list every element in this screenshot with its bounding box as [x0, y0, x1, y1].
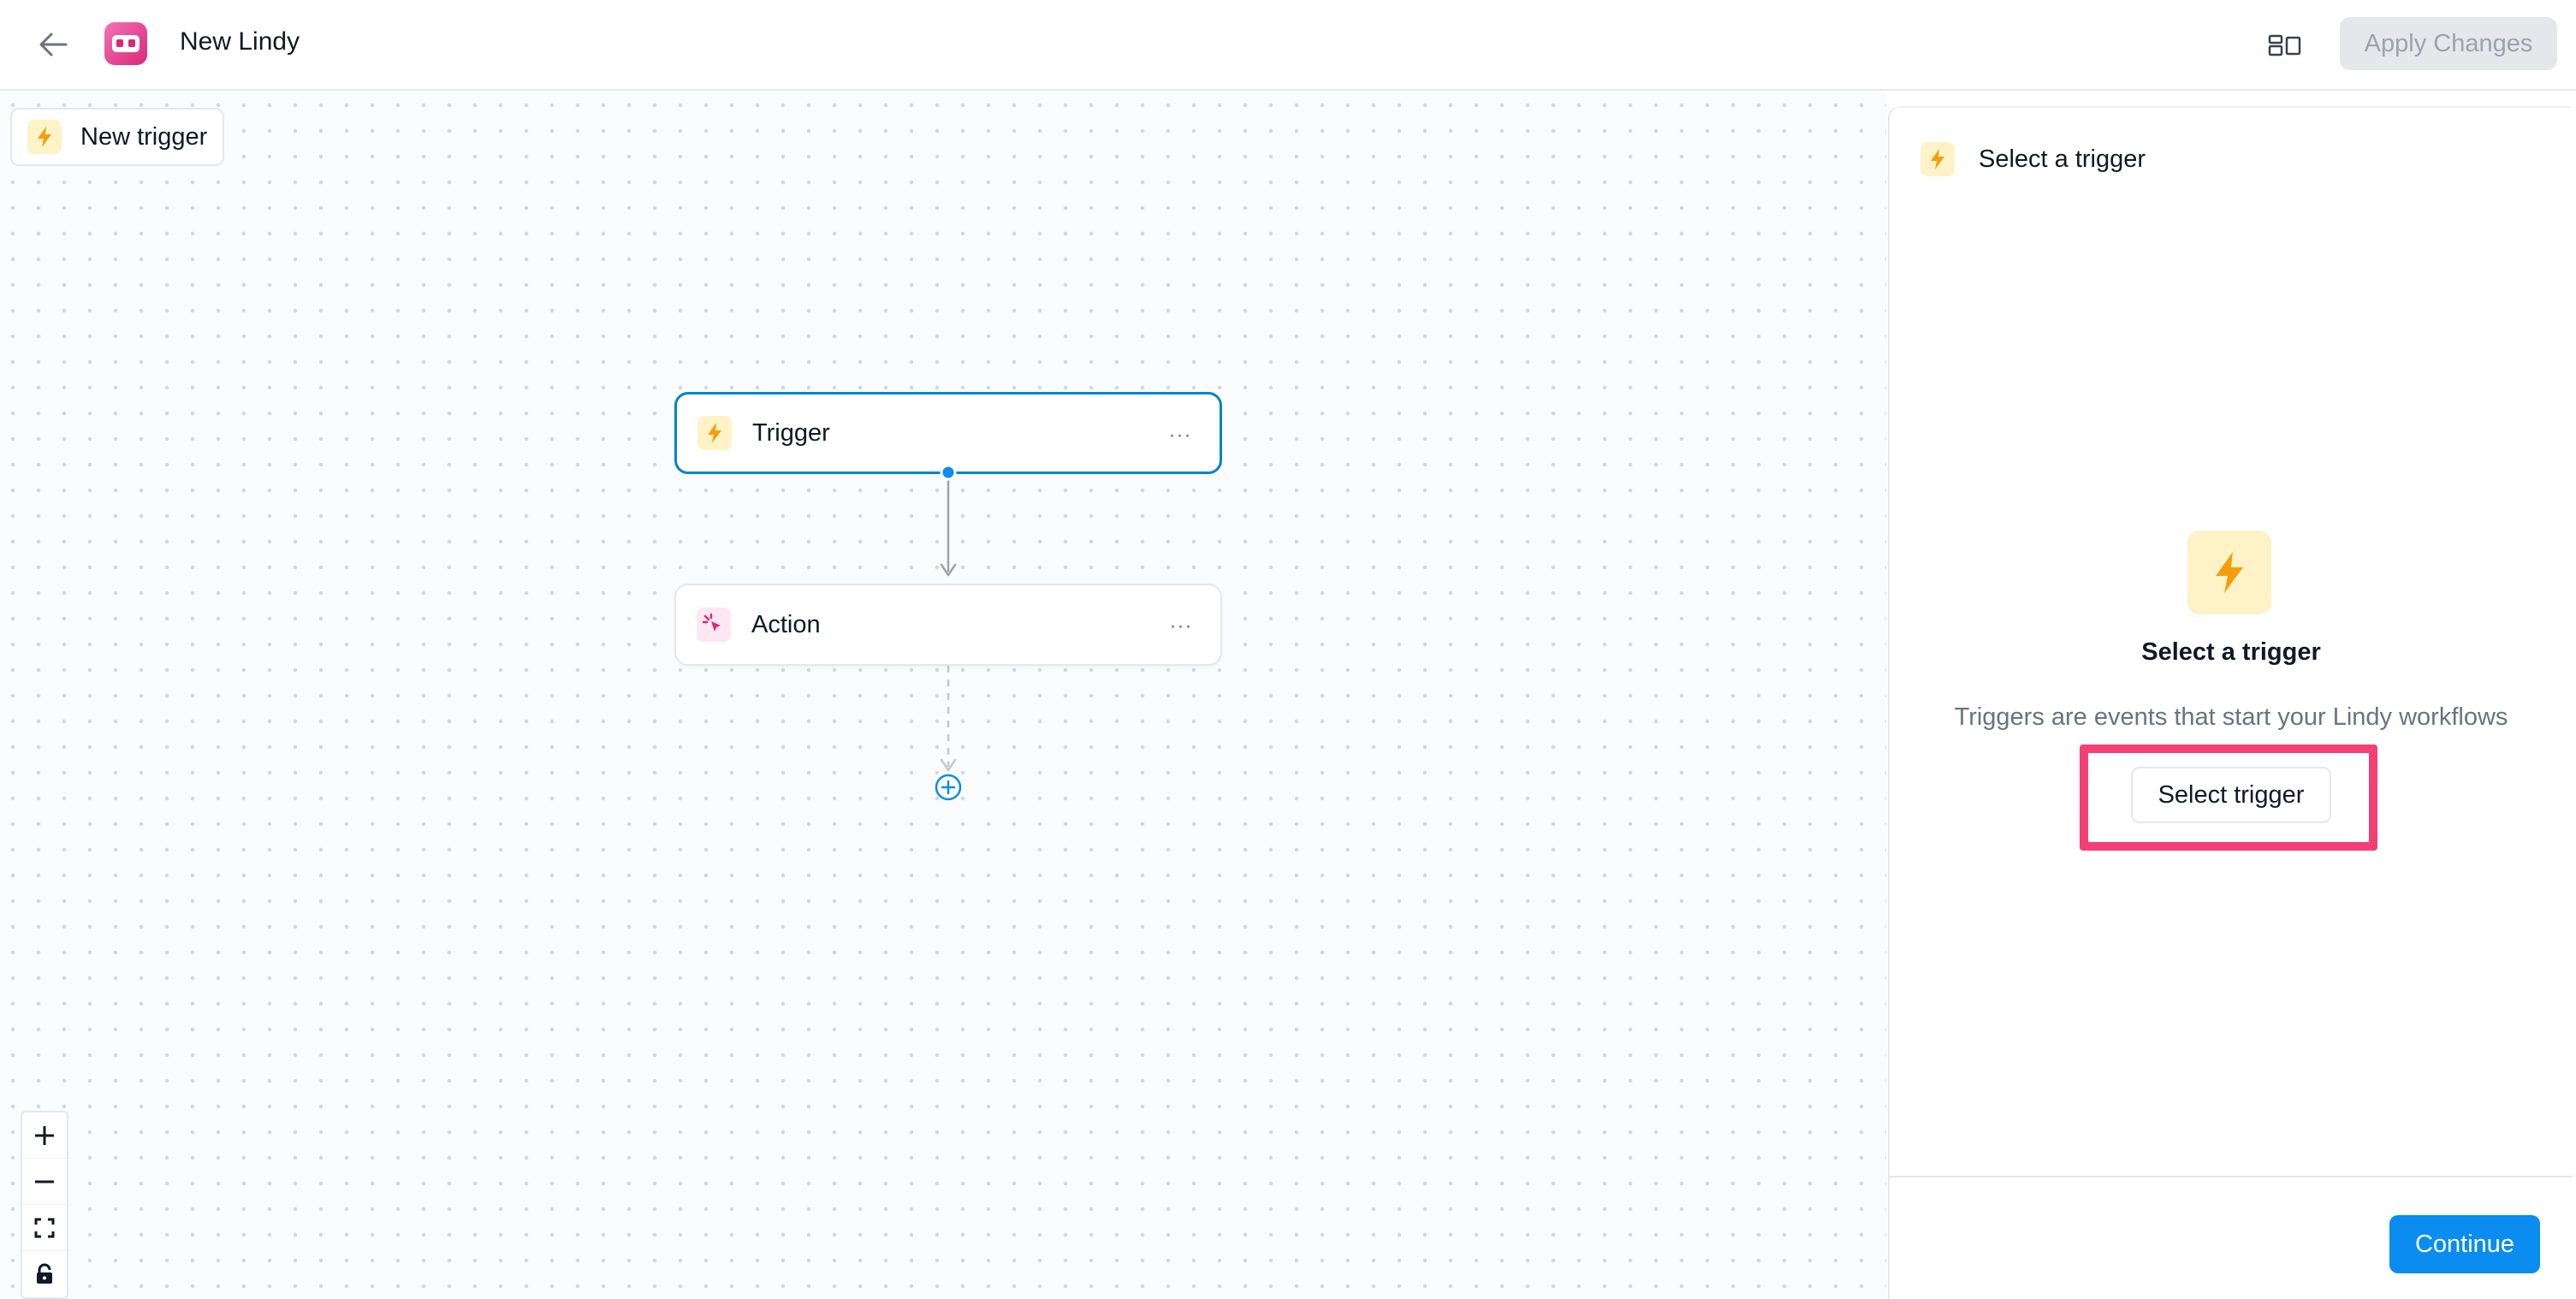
action-more-button[interactable]: ···: [1166, 611, 1196, 642]
top-bar: New Lindy Apply Changes: [0, 0, 2576, 91]
continue-button[interactable]: Continue: [2389, 1215, 2540, 1273]
page-title: New Lindy: [180, 27, 300, 56]
empty-state-description: Triggers are events that start your Lind…: [1954, 703, 2508, 731]
empty-state-title: Select a trigger: [2141, 638, 2321, 666]
workflow-canvas[interactable]: New trigger Trigger ··· Action ···: [0, 92, 1886, 1299]
select-trigger-button[interactable]: Select trigger: [2131, 767, 2331, 823]
arrow-left-icon: [39, 33, 68, 56]
trigger-more-button[interactable]: ···: [1165, 420, 1196, 451]
fit-view-button[interactable]: [22, 1205, 67, 1251]
zoom-out-button[interactable]: [22, 1159, 67, 1205]
trigger-node-label: Trigger: [752, 418, 830, 447]
action-node[interactable]: Action ···: [674, 584, 1222, 666]
lock-button[interactable]: [22, 1251, 67, 1297]
minus-icon: [35, 1180, 54, 1183]
plus-icon: [35, 1125, 54, 1145]
add-step-button[interactable]: [933, 772, 964, 803]
zoom-controls: [21, 1111, 68, 1299]
bolt-icon: [697, 416, 732, 450]
fullscreen-icon: [34, 1218, 55, 1237]
trigger-output-handle[interactable]: [938, 462, 959, 483]
node-connectors: [940, 474, 957, 772]
panel-title: Select a trigger: [1979, 145, 2146, 173]
panel-header: Select a trigger: [1920, 142, 2146, 176]
layout-toggle-button[interactable]: [2263, 24, 2307, 67]
lindy-avatar-icon: [104, 22, 147, 65]
cursor-click-icon: [697, 608, 731, 642]
panel-footer-divider: [1890, 1176, 2573, 1177]
trigger-panel: Select a trigger Select a trigger Trigge…: [1888, 106, 2573, 1299]
lock-icon: [37, 1263, 52, 1284]
bolt-icon: [1920, 142, 1955, 176]
apply-changes-button[interactable]: Apply Changes: [2340, 17, 2557, 70]
zoom-in-button[interactable]: [22, 1112, 67, 1159]
back-button[interactable]: [31, 22, 75, 67]
action-node-label: Action: [751, 610, 821, 638]
bolt-icon: [2187, 531, 2271, 614]
layout-icon: [2268, 34, 2301, 56]
